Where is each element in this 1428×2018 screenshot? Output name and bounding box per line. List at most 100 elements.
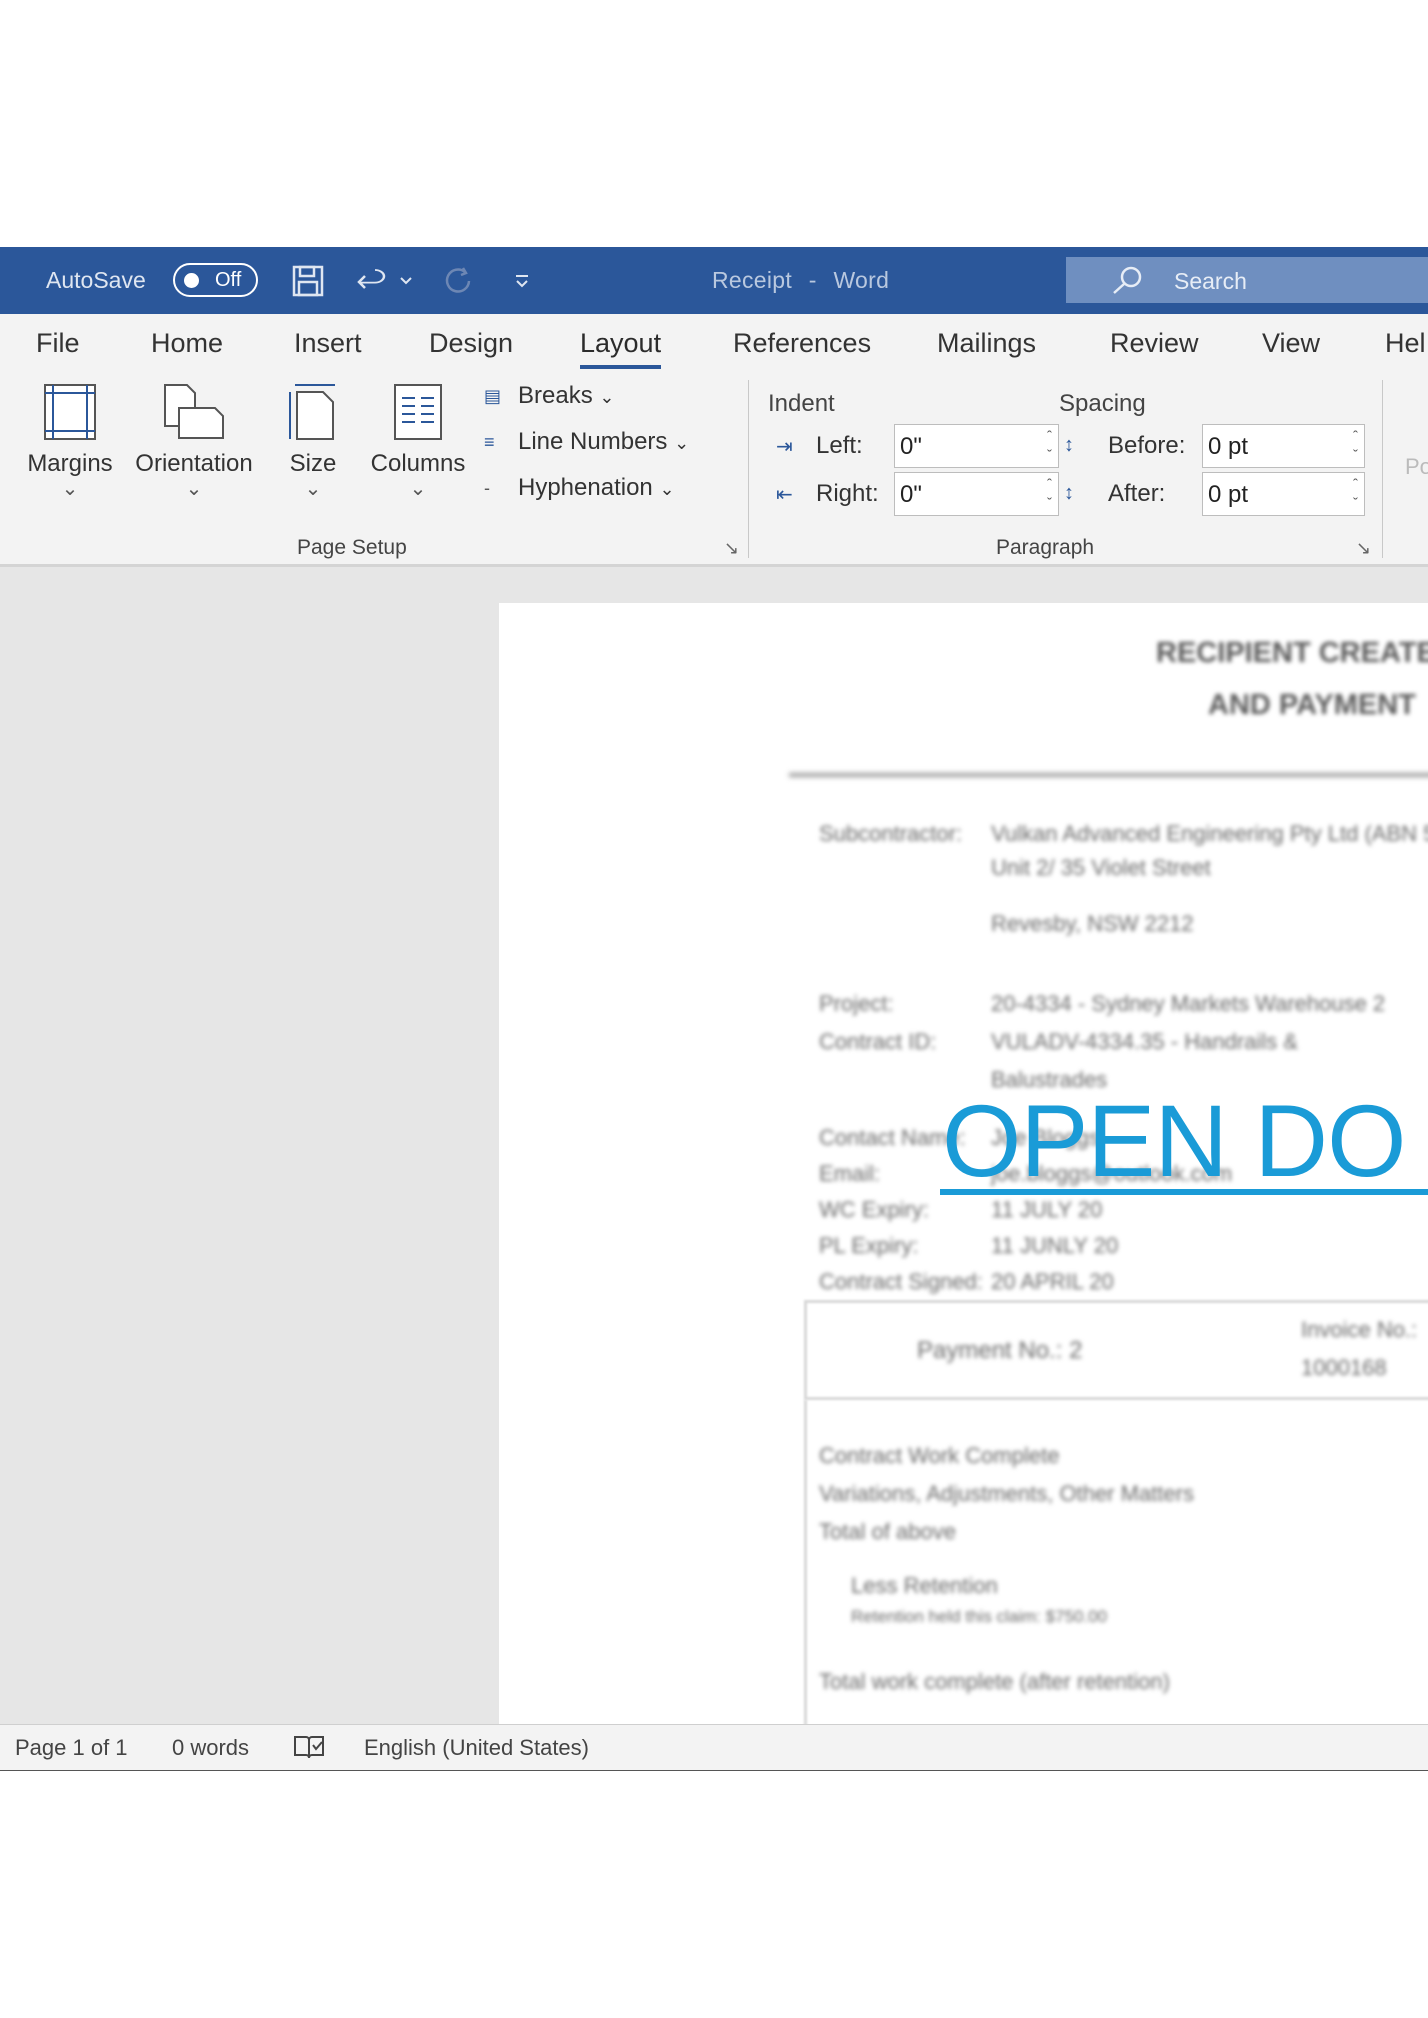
subcontractor-line1: Vulkan Advanced Engineering Pty Ltd (ABN… <box>991 821 1428 846</box>
indent-right-label: Right: <box>816 480 879 507</box>
tab-home[interactable]: Home <box>151 328 223 359</box>
page-setup-launcher-icon[interactable]: ↘ <box>724 538 739 559</box>
word-count[interactable]: 0 words <box>172 1735 249 1761</box>
indent-right-value: 0" <box>900 481 922 508</box>
document-title: Receipt - Word <box>712 267 889 294</box>
breaks-icon: ▤ <box>484 386 502 407</box>
orientation-icon <box>164 384 224 439</box>
title-separator: - <box>808 267 817 293</box>
indent-right-icon: ⇤ <box>776 484 793 506</box>
search-icon <box>1110 265 1144 301</box>
chevron-down-icon: ⌄ <box>659 479 675 499</box>
indent-left-value: 0" <box>900 433 922 460</box>
spinner-arrows-icon[interactable]: ˆˇ <box>1353 475 1358 513</box>
doc-heading-line2: AND PAYMENT <box>1208 689 1416 721</box>
contract-id-value: VULADV-4334.35 - Handrails & <box>991 1029 1298 1054</box>
spinner-arrows-icon[interactable]: ˆˇ <box>1353 427 1358 465</box>
undo-dropdown-chevron-icon[interactable] <box>396 263 416 299</box>
chevron-down-icon: ⌄ <box>409 478 427 500</box>
tab-help[interactable]: Hel <box>1385 328 1426 359</box>
position-button-partial[interactable]: Po <box>1405 454 1428 480</box>
ribbon: Margins ⌄ Orientation ⌄ Size ⌄ Columns ⌄… <box>0 372 1428 567</box>
autosave-toggle[interactable]: Off <box>173 263 258 297</box>
wc-expiry-value: 11 JULY 20 <box>991 1197 1103 1222</box>
chevron-down-icon: ⌄ <box>674 433 690 453</box>
paragraph-launcher-icon[interactable]: ↘ <box>1356 538 1371 559</box>
chevron-down-icon: ⌄ <box>304 478 322 500</box>
title-bar: AutoSave Off Receipt - Word Search <box>0 247 1428 314</box>
contract-id-label: Contract ID: <box>819 1029 937 1054</box>
page-count[interactable]: Page 1 of 1 <box>15 1735 128 1761</box>
autosave-state: Off <box>215 269 242 291</box>
contract-signed-label: Contract Signed: <box>819 1269 983 1294</box>
chevron-down-icon: ⌄ <box>599 387 615 407</box>
orientation-button[interactable]: Orientation ⌄ <box>126 382 262 501</box>
indent-left-icon: ⇥ <box>776 436 793 458</box>
line-numbers-button[interactable]: ≡ Line Numbers ⌄ <box>484 428 689 456</box>
margins-label: Margins <box>27 450 113 477</box>
breaks-label: Breaks <box>518 382 593 409</box>
pl-expiry-value: 11 JUNLY 20 <box>991 1233 1119 1258</box>
paragraph-group-label: Paragraph <box>996 536 1095 559</box>
spinner-arrows-icon[interactable]: ˆˇ <box>1047 475 1052 513</box>
size-label: Size <box>289 450 337 477</box>
status-bar: Page 1 of 1 0 words English (United Stat… <box>0 1724 1428 1771</box>
margins-button[interactable]: Margins ⌄ <box>20 382 120 501</box>
columns-label: Columns <box>370 450 466 477</box>
app-name: Word <box>833 267 890 293</box>
tab-layout[interactable]: Layout <box>580 328 662 369</box>
indent-header: Indent <box>768 390 835 417</box>
subcontractor-line3: Revesby, NSW 2212 <box>991 911 1194 936</box>
pl-expiry-label: PL Expiry: <box>819 1233 919 1258</box>
group-divider <box>748 380 749 558</box>
spinner-arrows-icon[interactable]: ˆˇ <box>1047 427 1052 465</box>
indent-right-field[interactable]: 0" ˆˇ <box>894 472 1059 516</box>
chevron-down-icon: ⌄ <box>61 478 79 500</box>
line-numbers-icon: ≡ <box>484 432 495 453</box>
save-icon[interactable] <box>290 263 326 299</box>
proofing-book-icon[interactable] <box>292 1733 326 1767</box>
search-placeholder: Search <box>1174 268 1247 294</box>
email-label: Email: <box>819 1161 881 1186</box>
columns-button[interactable]: Columns ⌄ <box>364 382 472 501</box>
spacing-after-field[interactable]: 0 pt ˆˇ <box>1202 472 1365 516</box>
doc-name: Receipt <box>712 267 793 293</box>
open-document-link[interactable]: OPEN DO <box>942 1083 1406 1200</box>
ribbon-tabs: File Home Insert Design Layout Reference… <box>0 314 1428 372</box>
spacing-after-value: 0 pt <box>1208 481 1249 508</box>
document-page[interactable]: RECIPIENT CREATE AND PAYMENT Subcontract… <box>499 603 1428 1731</box>
tab-review[interactable]: Review <box>1110 328 1199 359</box>
doc-heading-line1: RECIPIENT CREATE <box>1156 637 1428 669</box>
word-window: AutoSave Off Receipt - Word Search File … <box>0 247 1428 1771</box>
redo-icon[interactable] <box>440 263 476 299</box>
undo-icon[interactable] <box>354 263 390 299</box>
hyphenation-label: Hyphenation <box>518 474 653 501</box>
customize-toolbar-icon[interactable] <box>508 263 536 299</box>
breaks-button[interactable]: ▤ Breaks ⌄ <box>484 382 614 410</box>
subcontractor-line2: Unit 2/ 35 Violet Street <box>991 855 1211 880</box>
size-button[interactable]: Size ⌄ <box>280 382 346 501</box>
tab-mailings[interactable]: Mailings <box>937 328 1036 359</box>
spacing-before-label: Before: <box>1108 432 1186 459</box>
indent-left-field[interactable]: 0" ˆˇ <box>894 424 1059 468</box>
payment-table-header <box>804 1300 1428 1400</box>
autosave-label: AutoSave <box>46 267 146 293</box>
tab-view[interactable]: View <box>1262 328 1320 359</box>
tab-insert[interactable]: Insert <box>294 328 362 359</box>
spacing-before-field[interactable]: 0 pt ˆˇ <box>1202 424 1365 468</box>
contract-signed-value: 20 APRIL 20 <box>991 1269 1114 1294</box>
hyphenation-button[interactable]: ‐ Hyphenation ⌄ <box>484 474 675 502</box>
language-indicator[interactable]: English (United States) <box>364 1735 589 1761</box>
window-bottom-border <box>0 1770 1428 1771</box>
page-setup-group-label: Page Setup <box>297 536 407 559</box>
size-icon <box>289 384 335 440</box>
indent-left-label: Left: <box>816 432 863 459</box>
tab-file[interactable]: File <box>36 328 80 359</box>
orientation-label: Orientation <box>135 450 253 477</box>
hyphenation-icon: ‐ <box>484 478 490 499</box>
wc-expiry-label: WC Expiry: <box>819 1197 929 1222</box>
search-box[interactable]: Search <box>1066 257 1428 303</box>
tab-references[interactable]: References <box>733 328 871 359</box>
tab-design[interactable]: Design <box>429 328 513 359</box>
project-value: 20-4334 - Sydney Markets Warehouse 2 <box>991 991 1386 1016</box>
